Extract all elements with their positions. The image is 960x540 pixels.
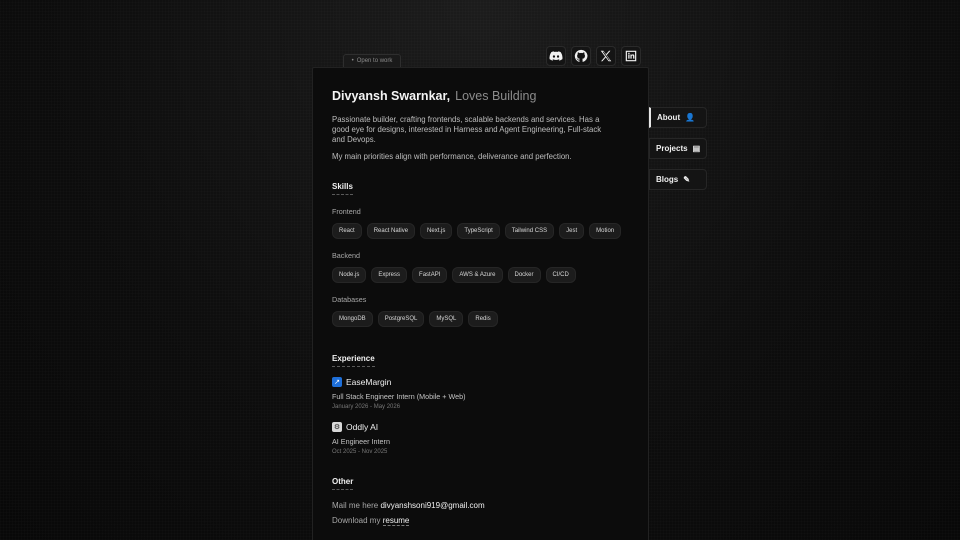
status-dot: • <box>351 58 354 64</box>
open-to-work-label: Open to work <box>356 58 393 64</box>
nav-item-projects[interactable]: Projects ▤ <box>649 138 708 159</box>
github-icon <box>574 49 588 62</box>
skill-chip: React Native <box>366 223 416 239</box>
experience-role: Full Stack Engineer Intern (Mobile + Web… <box>332 392 466 401</box>
skill-chip: MySQL <box>429 311 464 327</box>
skill-chip: Node.js <box>332 267 367 283</box>
skill-chip: Tailwind CSS <box>504 223 555 239</box>
nav-item-about[interactable]: About 👤 <box>649 107 708 128</box>
experience-date: January 2026 - May 2026 <box>332 404 401 410</box>
header: Divyansh Swarnkar, Loves Building <box>332 89 629 103</box>
discord-link[interactable] <box>546 46 566 66</box>
skill-chip: Express <box>371 267 408 283</box>
download-prefix: Download my <box>332 516 381 525</box>
experience-item: ↗ EaseMargin Full Stack Engineer Intern … <box>332 377 629 410</box>
nav-item-blogs[interactable]: Blogs ✎ <box>649 169 708 190</box>
oddly-ai-logo-icon: ⚙ <box>332 422 342 432</box>
skill-chip: MongoDB <box>332 311 373 327</box>
skill-group-label: Databases <box>332 295 367 304</box>
skill-chip: PostgreSQL <box>377 311 425 327</box>
skill-chip: FastAPI <box>412 267 448 283</box>
backend-skills: Node.js Express FastAPI AWS & Azure Dock… <box>332 267 629 283</box>
mail-prefix: Mail me here <box>332 501 379 510</box>
skill-chip: Next.js <box>420 223 453 239</box>
skill-group-label: Backend <box>332 251 360 260</box>
profile-bio: Passionate builder, crafting frontends, … <box>332 115 602 144</box>
linkedin-icon <box>625 50 637 62</box>
experience-title: Experience <box>332 354 375 367</box>
profile-name: Divyansh Swarnkar, <box>332 89 451 103</box>
skill-chip: Motion <box>589 223 622 239</box>
nav-label: Projects <box>656 144 688 153</box>
nav-label: Blogs <box>656 175 679 184</box>
skill-chip: React <box>332 223 362 239</box>
pen-icon: ✎ <box>683 175 690 184</box>
resume-link[interactable]: resume <box>382 516 410 526</box>
skill-chip: AWS & Azure <box>452 267 503 283</box>
easemargin-logo-icon: ↗ <box>332 377 342 387</box>
discord-icon <box>549 51 563 61</box>
skill-chip: Jest <box>559 223 585 239</box>
database-skills: MongoDB PostgreSQL MySQL Redis <box>332 311 629 327</box>
experience-company: EaseMargin <box>346 377 392 387</box>
experience-company: Oddly AI <box>346 422 379 432</box>
skill-chip: Docker <box>507 267 541 283</box>
linkedin-link[interactable] <box>621 46 641 66</box>
skill-group-label: Frontend <box>332 207 361 216</box>
other-title: Other <box>332 477 354 490</box>
profile-priorities: My main priorities align with performanc… <box>332 152 572 161</box>
skill-chip: TypeScript <box>457 223 500 239</box>
mail-line: Mail me here divyanshsoni919@gmail.com <box>332 501 629 510</box>
email-link[interactable]: divyanshsoni919@gmail.com <box>380 501 484 510</box>
resume-line: Download my resume <box>332 516 629 526</box>
x-link[interactable] <box>596 46 616 66</box>
profile-tagline: Loves Building <box>455 89 537 103</box>
x-icon <box>600 50 612 62</box>
side-nav: About 👤 Projects ▤ Blogs ✎ <box>649 107 708 190</box>
user-icon: 👤 <box>685 113 696 122</box>
skill-chip: Redis <box>468 311 498 327</box>
experience-header: ⚙ Oddly AI <box>332 422 629 432</box>
experience-role: AI Engineer Intern <box>332 437 390 446</box>
skill-chip: CI/CD <box>545 267 576 283</box>
experience-item: ⚙ Oddly AI AI Engineer Intern Oct 2025 -… <box>332 422 629 455</box>
open-to-work-badge: • Open to work <box>343 54 401 67</box>
folder-icon: ▤ <box>692 144 701 153</box>
profile-card: Divyansh Swarnkar, Loves Building Passio… <box>312 67 649 540</box>
nav-label: About <box>657 113 681 122</box>
experience-header: ↗ EaseMargin <box>332 377 629 387</box>
frontend-skills: React React Native Next.js TypeScript Ta… <box>332 223 629 239</box>
social-links <box>546 46 641 66</box>
skills-title: Skills <box>332 182 353 195</box>
github-link[interactable] <box>571 46 591 66</box>
experience-date: Oct 2025 - Nov 2025 <box>332 449 388 455</box>
